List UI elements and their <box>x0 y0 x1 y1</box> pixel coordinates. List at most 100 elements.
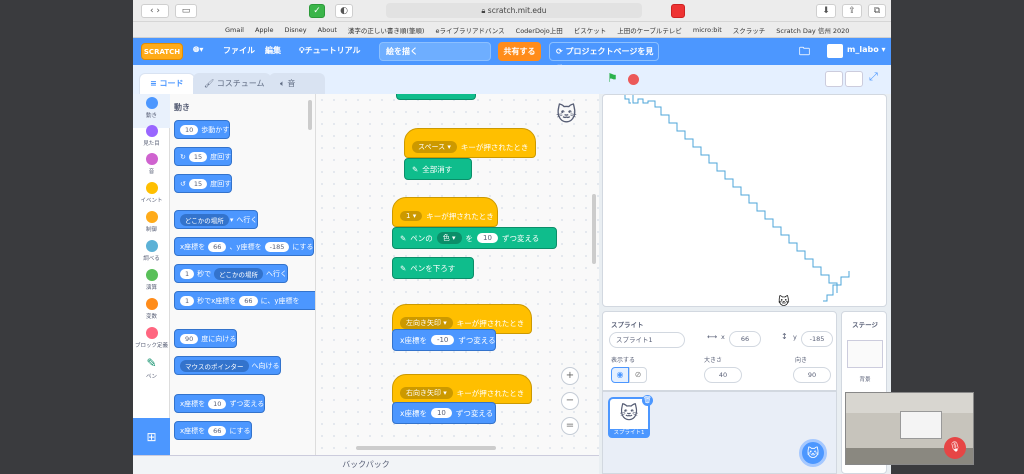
glide-dropdown[interactable]: どこかの場所 <box>214 267 263 280</box>
tab-costumes[interactable]: 🖌︎ コスチューム <box>193 73 271 94</box>
globe-icon[interactable]: 🌐︎▾ <box>193 45 203 55</box>
username[interactable]: m_labo ▾ <box>847 45 886 54</box>
green-flag-icon[interactable]: ⚑ <box>607 71 618 85</box>
goto-block[interactable]: どこかの場所 ▾ へ行く <box>174 210 259 229</box>
point-direction-block[interactable]: 90 度に向ける <box>174 329 238 348</box>
key-dropdown[interactable]: 右向き矢印 ▾ <box>400 387 453 399</box>
sidebar-icon[interactable]: ▭ <box>175 4 197 18</box>
add-extension-button[interactable]: ⊞ <box>133 418 170 456</box>
hide-eye-icon[interactable]: ⊘ <box>629 367 647 383</box>
when-key-pressed-block[interactable]: 1 ▾ キーが押されたとき <box>392 197 498 227</box>
degrees-input[interactable]: 15 <box>188 151 208 162</box>
zoom-out-button[interactable]: − <box>561 392 579 410</box>
zoom-reset-button[interactable]: = <box>561 417 579 435</box>
category-pen[interactable]: ✎ ペン <box>133 356 170 380</box>
bookmark-item[interactable]: スクラッチ <box>733 25 766 35</box>
tab-code[interactable]: ≡ コード <box>139 73 195 94</box>
change-x-block[interactable]: x座標を 10 ずつ変える <box>174 394 266 413</box>
change-x-block[interactable]: x座標を 10 ずつ変える <box>392 402 496 424</box>
glide-to-block[interactable]: 1 秒で どこかの場所 へ行く <box>174 264 288 283</box>
point-towards-block[interactable]: マウスのポインター へ向ける <box>174 356 281 375</box>
change-x-input[interactable]: 10 <box>208 398 227 409</box>
privacy-icon[interactable]: ◐ <box>335 4 353 18</box>
back-forward-buttons[interactable]: ‹ › <box>141 4 169 18</box>
when-key-pressed-block[interactable]: 右向き矢印 ▾ キーが押されたとき <box>392 374 532 404</box>
sprite-name-input[interactable]: スプライト1 <box>609 332 685 348</box>
x-input[interactable]: 66 <box>239 295 258 306</box>
bookmark-item[interactable]: About <box>318 26 337 34</box>
script-scrollbar-h[interactable] <box>356 446 496 450</box>
category-operators[interactable]: 演算 <box>133 269 170 291</box>
stage-canvas[interactable]: 🐱︎ <box>602 94 887 308</box>
tabs-icon[interactable]: ⧉ <box>868 4 886 18</box>
scratch-logo[interactable]: SCRATCH <box>141 43 183 60</box>
pen-block-partial[interactable] <box>396 94 476 100</box>
bookmark-item[interactable]: eライブラリアドバンス <box>435 25 504 35</box>
download-icon[interactable]: ⬇ <box>816 4 836 18</box>
share-button[interactable]: 共有する <box>498 42 541 61</box>
pen-property-dropdown[interactable]: 色 ▾ <box>436 232 462 244</box>
set-x-input[interactable]: 66 <box>208 425 227 436</box>
category-control[interactable]: 制御 <box>133 211 170 233</box>
category-variables[interactable]: 変数 <box>133 298 170 320</box>
zoom-in-button[interactable]: + <box>561 367 579 385</box>
sprite-on-stage-icon[interactable]: 🐱︎ <box>778 295 790 308</box>
turn-left-block[interactable]: ↺ 15 度回す <box>174 174 233 193</box>
change-x-block[interactable]: x座標を -10 ずつ変える <box>392 329 496 351</box>
delete-sprite-icon[interactable]: 🗑︎ <box>642 395 653 406</box>
sprite-x-input[interactable]: 66 <box>729 331 761 347</box>
sprite-size-input[interactable]: 40 <box>704 367 742 383</box>
pen-down-block[interactable]: ✎ ペンを下ろす <box>392 257 474 279</box>
towards-dropdown[interactable]: マウスのポインター <box>180 359 249 372</box>
avatar[interactable] <box>827 44 843 58</box>
bookmark-item[interactable]: Scratch Day 信州 2020 <box>776 25 849 35</box>
seconds-input[interactable]: 1 <box>180 295 195 306</box>
bookmark-item[interactable]: ビスケット <box>574 25 607 35</box>
sprite-direction-input[interactable]: 90 <box>793 367 831 383</box>
tutorial-menu[interactable]: 💡︎チュートリアル <box>299 45 361 56</box>
file-menu[interactable]: ファイル <box>223 45 255 56</box>
category-sound[interactable]: 音 <box>133 153 170 175</box>
bookmark-item[interactable]: 上田のケーブルテレビ <box>617 25 682 35</box>
project-title-input[interactable]: 絵を描く <box>379 42 491 61</box>
sprite-y-input[interactable]: -185 <box>801 331 833 347</box>
goto-dropdown[interactable]: どこかの場所 <box>180 213 229 226</box>
show-eye-icon[interactable]: ◉ <box>611 367 629 383</box>
tab-sounds[interactable]: 🔈︎ 音 <box>269 73 325 94</box>
key-dropdown[interactable]: 左向き矢印 ▾ <box>400 317 453 329</box>
turn-right-block[interactable]: ↻ 15 度回す <box>174 147 233 166</box>
my-stuff-folder-icon[interactable]: 🗀︎ <box>799 43 810 62</box>
category-motion[interactable]: 動き <box>133 94 170 128</box>
when-key-pressed-block[interactable]: スペース ▾ キーが押されたとき <box>404 128 536 158</box>
backpack[interactable]: バックパック <box>133 455 599 474</box>
stop-icon[interactable] <box>628 74 639 85</box>
key-dropdown[interactable]: スペース ▾ <box>412 141 457 153</box>
change-x-input[interactable]: 10 <box>430 408 452 418</box>
bookmark-item[interactable]: Disney <box>284 26 306 34</box>
direction-input[interactable]: 90 <box>180 333 199 344</box>
stage-thumbnail[interactable] <box>847 340 883 368</box>
category-my-blocks[interactable]: ブロック定義 <box>133 327 170 349</box>
fullscreen-icon[interactable]: ⤢ <box>869 70 878 84</box>
palette-scrollbar[interactable] <box>308 100 312 130</box>
extension-check-icon[interactable]: ✓ <box>309 4 325 18</box>
set-x-block[interactable]: x座標を 66 にする <box>174 421 252 440</box>
category-events[interactable]: イベント <box>133 182 170 204</box>
degrees-input[interactable]: 15 <box>188 178 208 189</box>
add-sprite-icon[interactable]: 🐱︎ <box>799 439 827 467</box>
bookmark-item[interactable]: CoderDojo上田 <box>516 25 563 35</box>
bookmark-item[interactable]: 漢字の正しい書き順(筆順) <box>348 25 425 35</box>
change-pen-color-block[interactable]: ✎ ペンの色 ▾ を 10 ずつ変える <box>392 227 557 249</box>
see-project-page-button[interactable]: ⟳ プロジェクトページを見る <box>549 42 659 73</box>
steps-input[interactable]: 10 <box>180 124 199 135</box>
small-stage-icon[interactable] <box>825 71 843 87</box>
share-icon[interactable]: ⇪ <box>842 4 862 18</box>
category-sensing[interactable]: 調べる <box>133 240 170 262</box>
x-input[interactable]: 66 <box>208 241 227 252</box>
bookmark-item[interactable]: micro:bit <box>693 26 722 34</box>
change-amount-input[interactable]: 10 <box>477 233 498 243</box>
glide-xy-block[interactable]: 1 秒でx座標を 66 に、y座標を <box>174 291 315 310</box>
move-steps-block[interactable]: 10 歩動かす <box>174 120 231 139</box>
goto-xy-block[interactable]: x座標を 66 、y座標を -185 にする <box>174 237 315 256</box>
edit-menu[interactable]: 編集 <box>265 45 281 56</box>
